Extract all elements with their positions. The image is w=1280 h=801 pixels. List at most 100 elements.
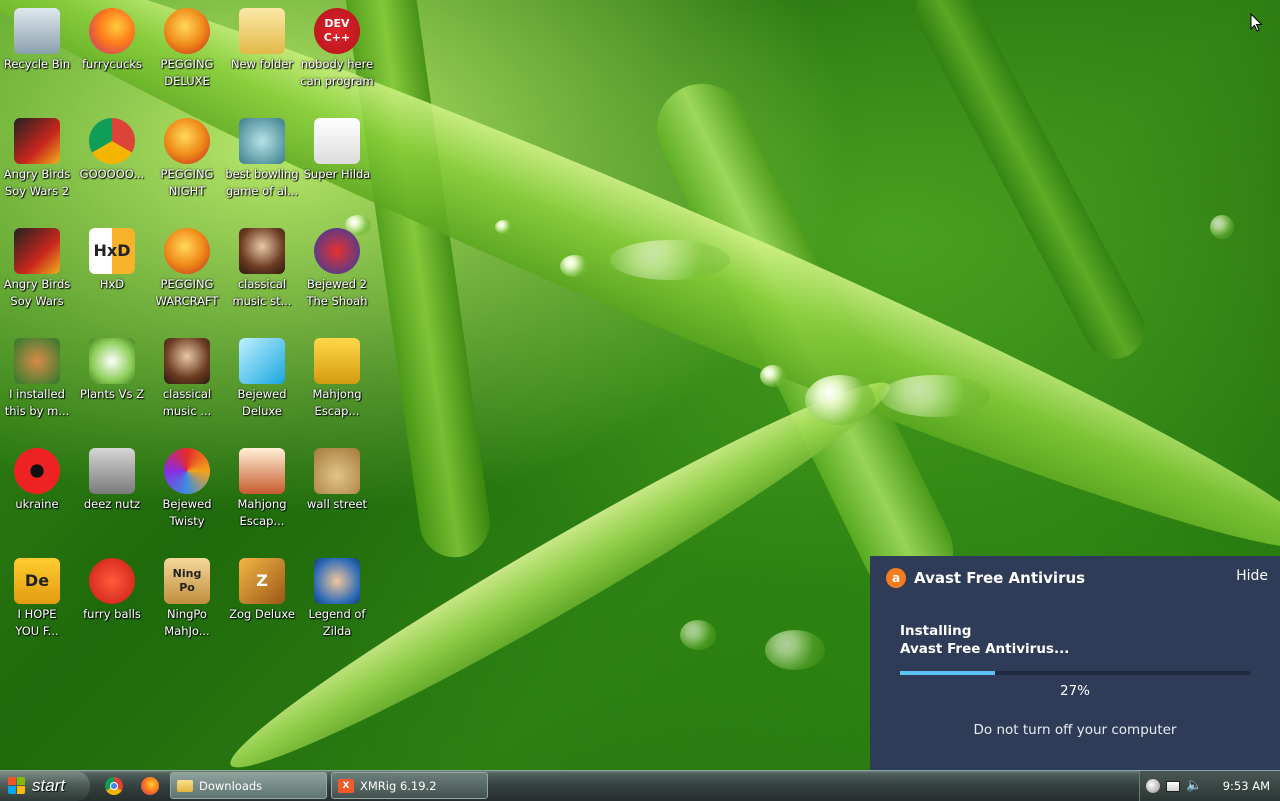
mahjong-gate-icon [239, 448, 285, 494]
bowling-game-icon [239, 118, 285, 164]
desktop-icon[interactable]: Bejewed 2 The Shoah [299, 224, 375, 310]
desktop-icon[interactable]: furry balls [74, 554, 150, 623]
pegging-p-icon [164, 118, 210, 164]
desktop-icon[interactable]: DEV C++ nobody here can program [299, 4, 375, 90]
desktop-icon[interactable]: deez nutz [74, 444, 150, 513]
folder-icon [239, 8, 285, 54]
quicklaunch-firefox-icon[interactable] [141, 777, 159, 795]
desktop-icon[interactable]: Legend of Zilda [299, 554, 375, 640]
zelda-character-icon [314, 558, 360, 604]
desktop-icon-label: furry balls [83, 607, 141, 621]
task-downloads[interactable]: Downloads [170, 772, 327, 799]
task-label: Downloads [199, 778, 263, 793]
desktop-icon-label: furrycucks [82, 57, 142, 71]
desktop-icon[interactable]: Angry Birds Soy Wars 2 [0, 114, 75, 200]
chrome-icon [89, 118, 135, 164]
desktop-icon[interactable]: Bejewed Twisty [149, 444, 225, 530]
desktop-icon[interactable]: PEGGING DELUXE [149, 4, 225, 90]
taskbar: start Downloads X XMRig 6.19.2 🔈 9:53 AM [0, 770, 1280, 801]
desktop-icon-label: nobody here can program [300, 57, 374, 88]
install-progress-percent: 27% [1059, 683, 1090, 699]
desktop-icon[interactable]: classical music st... [224, 224, 300, 310]
desktop-icon[interactable]: Super Hilda [299, 114, 375, 183]
desktop-icon-label: Bejewed Twisty [162, 497, 212, 528]
desktop-icon-label: I installed this by m... [4, 387, 70, 418]
desktop-icon-label: NingPo MahJo... [164, 607, 210, 638]
desktop-icon[interactable]: Angry Birds Soy Wars [0, 224, 75, 310]
radiation-icon [14, 448, 60, 494]
plants-vs-zombies-icon [89, 338, 135, 384]
desktop-icon[interactable]: Plants Vs Z [74, 334, 150, 403]
task-label: XMRig 6.19.2 [360, 778, 437, 793]
icon-badge-text: HxD [93, 241, 131, 260]
install-status-line2: Avast Free Antivirus... [900, 641, 1070, 657]
desktop-icon-label: HxD [99, 277, 125, 291]
angry-birds-star-wars-icon [14, 228, 60, 274]
desktop-icon[interactable]: New folder [224, 4, 300, 73]
desktop-icon-label: New folder [230, 57, 294, 71]
zog-icon: Z [239, 558, 285, 604]
install-status: Installing Avast Free Antivirus... [900, 622, 1069, 658]
tray-globe-icon[interactable] [1146, 779, 1160, 793]
desktop-icon[interactable]: classical music ... [149, 334, 225, 420]
desktop-icon[interactable]: De I HOPE YOU F... [0, 554, 75, 640]
desktop-icon-label: best bowling game of al... [225, 167, 299, 198]
task-xmrig[interactable]: X XMRig 6.19.2 [331, 772, 488, 799]
portrait-icon [239, 228, 285, 274]
desktop-icon[interactable]: ukraine [0, 444, 75, 513]
tray-network-icon[interactable] [1166, 780, 1180, 792]
icon-badge-text: Z [256, 571, 268, 590]
install-progress-bar [900, 671, 1250, 675]
desktop-icon[interactable]: Mahjong Escap... [299, 334, 375, 420]
desktop-icon[interactable]: I installed this by m... [0, 334, 75, 420]
desktop-icon-label: Angry Birds Soy Wars 2 [3, 167, 71, 198]
start-label: start [32, 776, 66, 795]
desktop-icon[interactable]: furrycucks [74, 4, 150, 73]
red-fuzzball-icon [89, 558, 135, 604]
desktop-icon[interactable]: PEGGING WARCRAFT [149, 224, 225, 310]
de-logo-icon: De [14, 558, 60, 604]
xmrig-icon: X [338, 778, 354, 793]
pegging-p-icon [164, 8, 210, 54]
ningpo-icon: Ning Po [164, 558, 210, 604]
desktop-icon-label: classical music st... [232, 277, 292, 308]
desktop-icon-label: Angry Birds Soy Wars [3, 277, 71, 308]
desktop-icon-label: wall street [306, 497, 368, 511]
icon-badge-text: De [24, 571, 50, 590]
desktop-icon-label: Legend of Zilda [308, 607, 366, 638]
pegging-p-icon [164, 228, 210, 274]
tray-volume-icon[interactable]: 🔈 [1186, 779, 1202, 793]
quicklaunch-chrome-icon[interactable] [105, 777, 123, 795]
desktop-icon[interactable]: Recycle Bin [0, 4, 75, 73]
avast-install-popup: a Avast Free Antivirus Hide Installing A… [870, 556, 1280, 770]
desktop-icon[interactable]: GOOOOO... [74, 114, 150, 183]
desktop-icon[interactable]: Bejewed Deluxe [224, 334, 300, 420]
desktop-icon-label: Mahjong Escap... [237, 497, 287, 528]
desktop-icon-label: I HOPE YOU F... [15, 607, 59, 638]
stacked-windows-icon [89, 448, 135, 494]
twist-gem-icon [164, 448, 210, 494]
desktop-icon-label: PEGGING NIGHT [160, 167, 214, 198]
install-status-line1: Installing [900, 623, 972, 639]
desktop-icon[interactable]: wall street [299, 444, 375, 513]
desktop-icon[interactable]: PEGGING NIGHT [149, 114, 225, 200]
pixel-cat-icon [314, 118, 360, 164]
windows-logo-icon [8, 777, 26, 795]
hide-button[interactable]: Hide [1236, 568, 1268, 584]
desktop-icon-label: GOOOOO... [79, 167, 145, 181]
desktop-icon-label: ukraine [15, 497, 59, 511]
start-button[interactable]: start [0, 771, 90, 801]
desktop-icon[interactable]: best bowling game of al... [224, 114, 300, 200]
popup-title: Avast Free Antivirus [914, 569, 1086, 587]
tray-clock[interactable]: 9:53 AM [1223, 779, 1270, 793]
desktop-icon[interactable]: Ning Po NingPo MahJo... [149, 554, 225, 640]
mahjong-tile-icon [314, 338, 360, 384]
desktop-icon[interactable]: Mahjong Escap... [224, 444, 300, 530]
folder-icon [177, 779, 193, 792]
desktop-icon-label: Bejewed Deluxe [237, 387, 287, 418]
angry-birds-star-wars-icon [14, 118, 60, 164]
desktop-icon[interactable]: Z Zog Deluxe [224, 554, 300, 623]
desktop-icon-label: classical music ... [162, 387, 212, 418]
desktop-icon[interactable]: HxD HxD [74, 224, 150, 293]
icon-badge-text: Ning Po [172, 567, 202, 594]
